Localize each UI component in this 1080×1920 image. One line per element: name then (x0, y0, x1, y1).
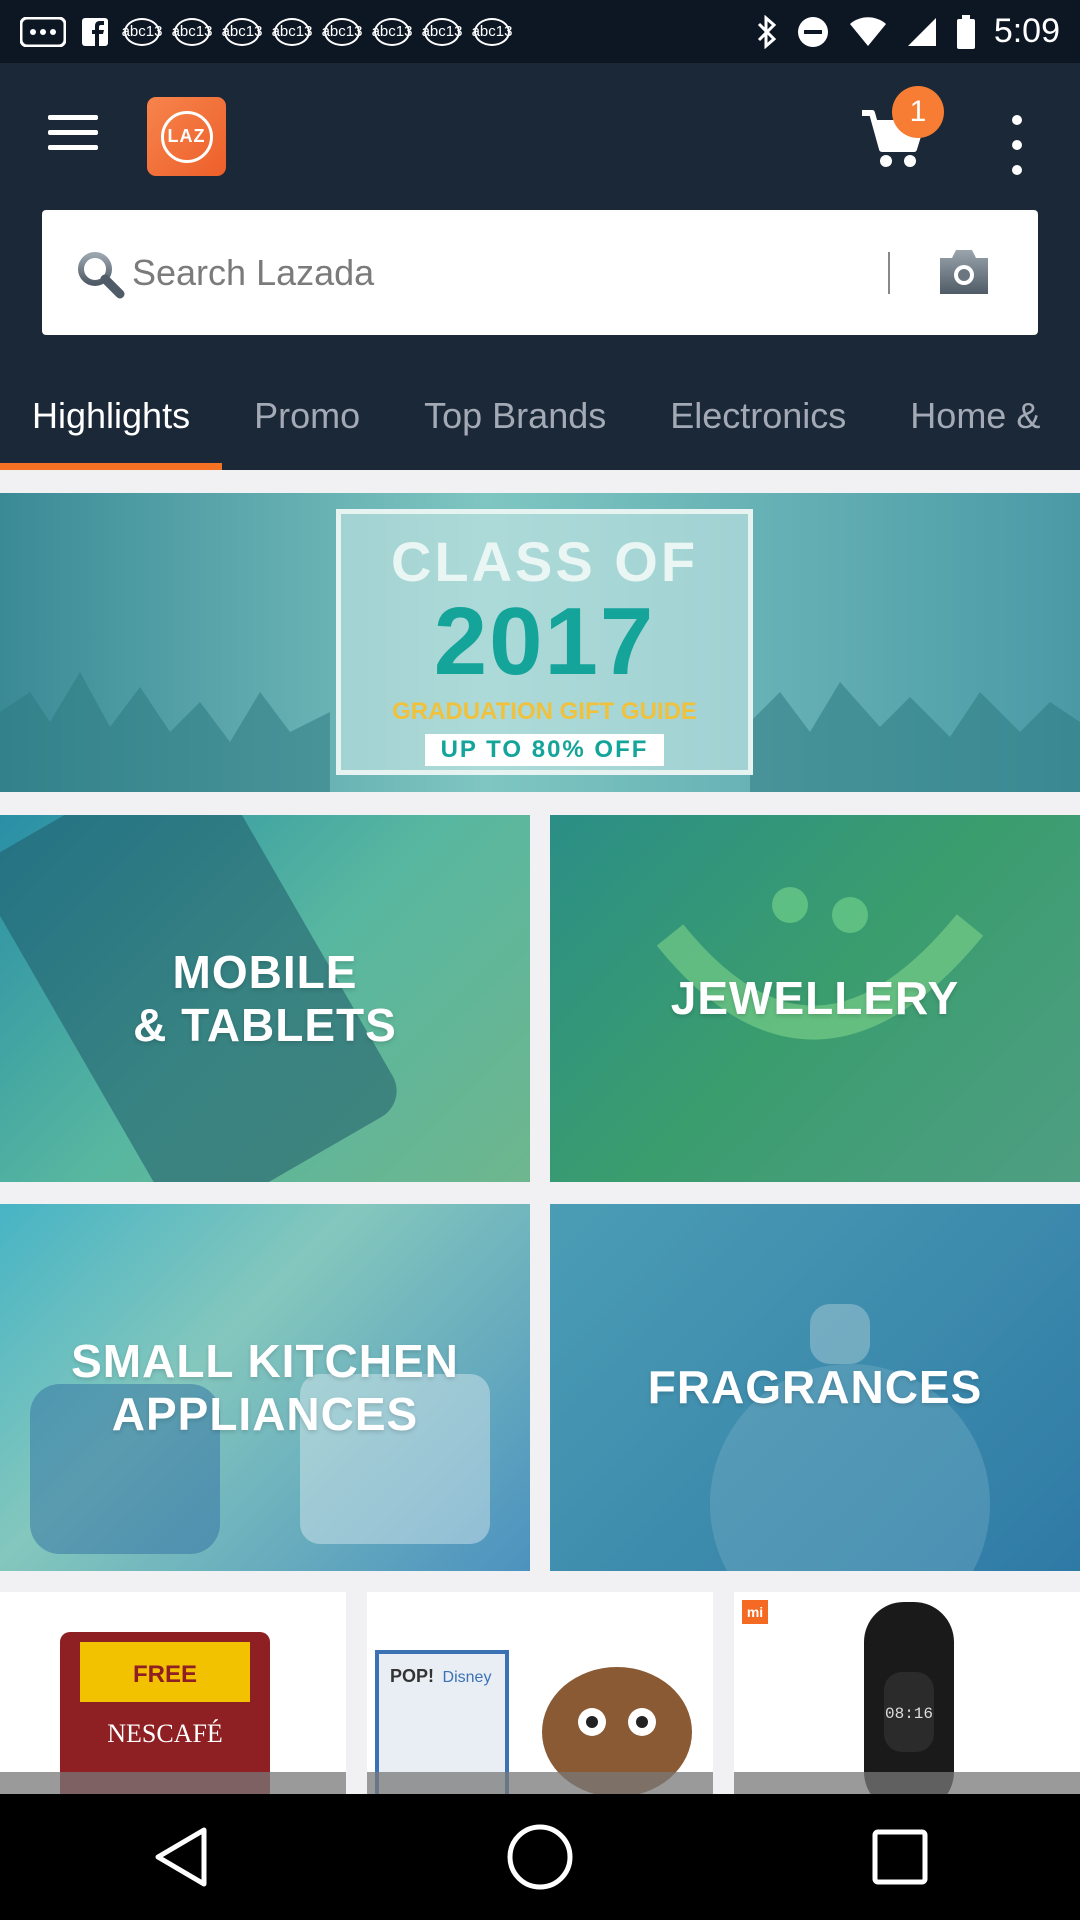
category-tile-jewellery[interactable]: JEWELLERY (550, 815, 1080, 1182)
tab-home[interactable]: Home & (878, 361, 1072, 470)
category-tabs: Highlights Promo Top Brands Electronics … (0, 361, 1080, 470)
coffee-pack-image: FREE NESCAFÉ (60, 1632, 270, 1794)
recents-icon[interactable] (860, 1817, 940, 1897)
search-icon (78, 252, 125, 299)
product-card-funko-beast[interactable]: POP! Disney (367, 1592, 713, 1794)
fitness-band-image: 08:16 (864, 1602, 954, 1794)
bluetooth-icon (757, 14, 777, 49)
wifi-icon (849, 16, 886, 46)
tab-top-brands[interactable]: Top Brands (392, 361, 638, 470)
tile-label: FRAGRANCES (647, 1361, 983, 1414)
tile-label: SMALL KITCHEN APPLIANCES (71, 1334, 459, 1440)
notification-chip-icon: abc13 (272, 17, 312, 46)
do-not-disturb-icon (797, 16, 828, 47)
tile-label: MOBILE & TABLETS (133, 945, 397, 1051)
band-time: 08:16 (885, 1705, 933, 1723)
notification-chip-icon: abc13 (472, 17, 512, 46)
banner-year: 2017 (433, 588, 656, 695)
funko-image: POP! Disney (375, 1650, 692, 1794)
clock: 5:09 (993, 12, 1060, 50)
product-card-nescafe[interactable]: FREE NESCAFÉ (0, 1592, 346, 1794)
banner-card: CLASS OF 2017 GRADUATION GIFT GUIDE UP T… (336, 509, 753, 775)
logo-text: LAZ (160, 110, 213, 163)
notification-chip-icon: abc13 (422, 17, 462, 46)
tab-highlights[interactable]: Highlights (0, 361, 223, 470)
content-area: CLASS OF 2017 GRADUATION GIFT GUIDE UP T… (0, 470, 1080, 1794)
cart-badge: 1 (892, 86, 944, 138)
lazada-logo[interactable]: LAZ (147, 97, 226, 176)
tile-label: JEWELLERY (670, 972, 960, 1025)
product-caption (367, 1772, 713, 1794)
battery-icon (956, 14, 975, 49)
home-icon[interactable] (500, 1817, 580, 1897)
product-caption (734, 1772, 1080, 1794)
tab-electronics[interactable]: Electronics (638, 361, 878, 470)
notification-chip-icon: abc13 (122, 17, 162, 46)
status-right: 5:09 (756, 12, 1060, 51)
notification-chip-icon: abc13 (172, 17, 212, 46)
signal-icon (907, 17, 936, 46)
category-tile-fragrances[interactable]: FRAGRANCES (550, 1204, 1080, 1571)
system-nav-bar (0, 1794, 1080, 1920)
more-options-icon[interactable] (1005, 115, 1029, 175)
search-box[interactable] (42, 210, 1038, 335)
graduation-banner[interactable]: CLASS OF 2017 GRADUATION GIFT GUIDE UP T… (0, 493, 1080, 792)
notification-chip-icon: abc13 (222, 17, 262, 46)
banner-subtitle: GRADUATION GIFT GUIDE (392, 698, 697, 725)
product-badge: FREE (133, 1661, 197, 1688)
app-bar: LAZ 1 Highlights Promo Top Brands Electr… (0, 63, 1080, 470)
notification-chip-icon: abc13 (372, 17, 412, 46)
category-tile-mobile-tablets[interactable]: MOBILE & TABLETS (0, 815, 530, 1182)
product-brand: Disney (443, 1669, 492, 1686)
back-icon[interactable] (140, 1817, 220, 1897)
banner-title: CLASS OF (390, 530, 699, 593)
facebook-icon (82, 17, 108, 46)
status-left: abc13 abc13 abc13 abc13 abc13 abc13 abc1… (20, 16, 512, 48)
banner-discount: UP TO 80% OFF (424, 734, 665, 766)
search-input[interactable] (132, 240, 912, 306)
product-brand: NESCAFÉ (107, 1719, 223, 1748)
status-bar: abc13 abc13 abc13 abc13 abc13 abc13 abc1… (0, 0, 1080, 63)
mi-logo: mi (742, 1600, 768, 1624)
camera-icon[interactable] (934, 244, 994, 300)
product-card-mi-band[interactable]: mi 08:16 (734, 1592, 1080, 1794)
tab-promo[interactable]: Promo (222, 361, 392, 470)
product-badge: POP! (390, 1666, 434, 1686)
menu-icon[interactable] (48, 115, 98, 155)
search-divider (888, 252, 890, 294)
more-horiz-icon (20, 16, 66, 47)
category-tile-small-kitchen-appliances[interactable]: SMALL KITCHEN APPLIANCES (0, 1204, 530, 1571)
notification-chip-icon: abc13 (322, 17, 362, 46)
product-caption (0, 1772, 346, 1794)
